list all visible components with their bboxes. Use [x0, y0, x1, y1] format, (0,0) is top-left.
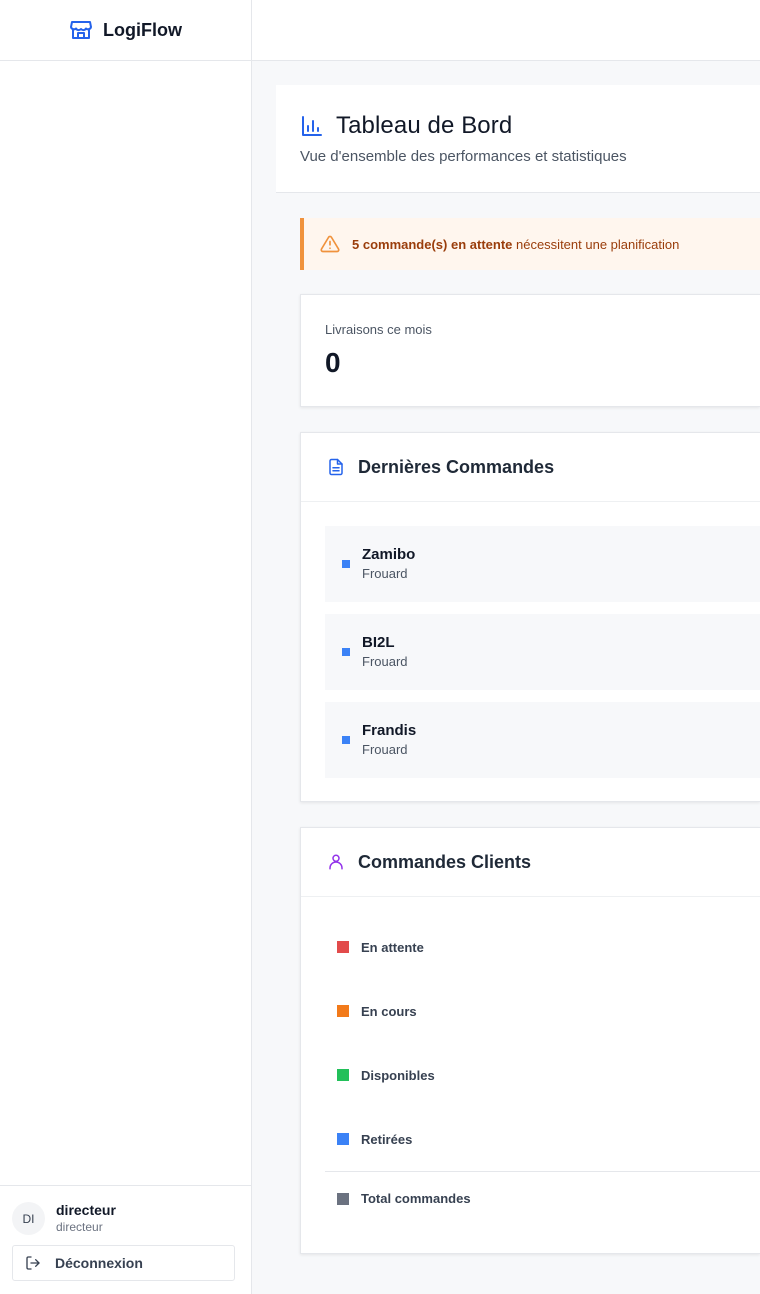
order-name: Zamibo — [362, 546, 416, 563]
status-swatch — [337, 1005, 349, 1017]
page-subtitle: Vue d'ensemble des performances et stati… — [300, 148, 627, 165]
user-role: directeur — [56, 1220, 103, 1234]
status-swatch — [337, 1133, 349, 1145]
recent-orders-card: Dernières Commandes Zamibo Frouard BI2L … — [300, 432, 760, 802]
order-city: Frouard — [362, 566, 408, 581]
brand[interactable]: LogiFlow — [0, 0, 251, 61]
order-city: Frouard — [362, 742, 408, 757]
status-label: En cours — [361, 1003, 417, 1019]
sidebar: LogiFlow DI directeur directeur Déconnex… — [0, 0, 252, 1294]
app-name: LogiFlow — [103, 19, 182, 40]
logout-label: Déconnexion — [55, 1255, 143, 1271]
user-icon — [327, 853, 345, 871]
client-orders-card: Commandes Clients En attente En cours Di… — [300, 827, 760, 1254]
stat-value: 0 — [325, 347, 341, 378]
pending-orders-alert: 5 commande(s) en attente nécessitent une… — [300, 218, 760, 270]
status-label: Disponibles — [361, 1067, 435, 1083]
order-name: BI2L — [362, 634, 395, 651]
topbar — [252, 0, 760, 61]
card-title: Dernières Commandes — [358, 456, 555, 477]
alert-text: 5 commande(s) en attente nécessitent une… — [352, 237, 679, 252]
order-list: Zamibo Frouard BI2L Frouard Frandis Frou… — [301, 502, 760, 778]
alert-count: 5 commande(s) en attente — [352, 236, 513, 252]
deliveries-stat-card: Livraisons ce mois 0 — [300, 294, 760, 407]
status-swatch — [337, 1069, 349, 1081]
status-label: En attente — [361, 939, 424, 955]
alert-rest: nécessitent une planification — [512, 236, 680, 252]
page-title: Tableau de Bord — [336, 112, 513, 139]
status-swatch — [337, 941, 349, 953]
card-title: Commandes Clients — [358, 851, 532, 872]
status-label: Retirées — [361, 1131, 413, 1147]
order-name: Frandis — [362, 722, 417, 739]
status-row-available: Disponibles — [325, 1043, 760, 1107]
document-icon — [327, 458, 345, 476]
status-row-withdrawn: Retirées — [325, 1107, 760, 1171]
status-list: En attente En cours Disponibles Retirées… — [301, 897, 760, 1225]
status-dot — [342, 560, 350, 568]
status-swatch — [337, 1192, 349, 1205]
store-icon — [69, 18, 93, 42]
status-row-in-progress: En cours — [325, 979, 760, 1043]
warning-icon — [320, 234, 340, 254]
status-dot — [342, 736, 350, 744]
logout-icon — [25, 1255, 41, 1271]
order-city: Frouard — [362, 654, 408, 669]
page-header: Tableau de Bord Vue d'ensemble des perfo… — [276, 85, 760, 193]
logout-button[interactable]: Déconnexion — [12, 1245, 235, 1281]
list-item[interactable]: BI2L Frouard — [325, 614, 760, 690]
bar-chart-icon — [300, 114, 324, 138]
status-row-pending: En attente — [325, 915, 760, 979]
sidebar-footer: DI directeur directeur Déconnexion — [0, 1185, 251, 1294]
total-label: Total commandes — [361, 1191, 471, 1206]
status-dot — [342, 648, 350, 656]
user-name: directeur — [56, 1202, 116, 1218]
status-row-total: Total commandes — [325, 1172, 760, 1225]
list-item[interactable]: Zamibo Frouard — [325, 526, 760, 602]
user-info: DI directeur directeur — [12, 1202, 239, 1235]
list-item[interactable]: Frandis Frouard — [325, 702, 760, 778]
stat-label: Livraisons ce mois — [325, 322, 432, 337]
avatar: DI — [12, 1202, 45, 1235]
